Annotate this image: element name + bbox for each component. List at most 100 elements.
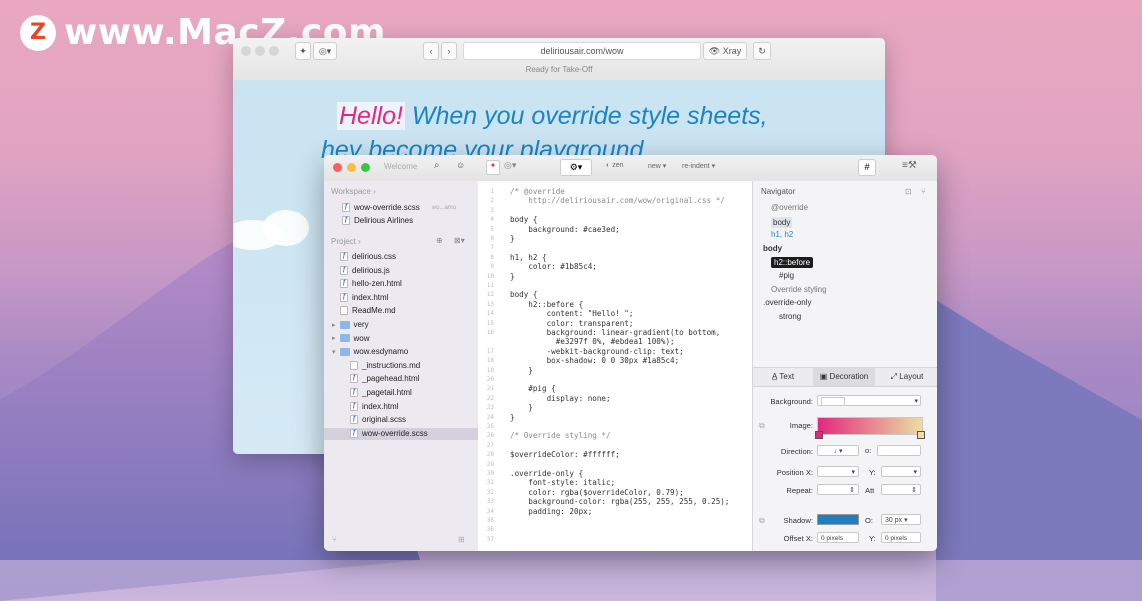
- code-line: box-shadow: 0 0 30px #1a85c4;: [510, 356, 680, 366]
- navigator-item[interactable]: body: [763, 244, 782, 253]
- folder-item[interactable]: ▸ very: [332, 320, 369, 329]
- new-button[interactable]: new ▾: [648, 162, 666, 170]
- file-item[interactable]: ƒ index.html: [350, 401, 398, 411]
- tab-layout[interactable]: ⤢ Layout: [883, 368, 931, 386]
- line-number: 35: [486, 517, 494, 524]
- code-line: background: #cae3ed;: [510, 224, 620, 234]
- compass-icon[interactable]: ✦: [486, 160, 500, 175]
- navigator-item[interactable]: .override-only: [763, 298, 811, 307]
- browser-close-button[interactable]: [241, 46, 251, 56]
- folder-item[interactable]: ▾ wow.esdynamo: [332, 347, 408, 356]
- browser-minimize-button[interactable]: [255, 46, 265, 56]
- document-icon: [340, 306, 348, 316]
- forward-button[interactable]: ›: [441, 42, 457, 60]
- file-item[interactable]: ƒ _pagehead.html: [350, 374, 419, 384]
- offset-x-label: Offset X:: [783, 534, 813, 543]
- zen-button[interactable]: ◐ zen: [606, 162, 623, 169]
- xray-label: Xray: [722, 46, 742, 56]
- disclosure-chevron-icon[interactable]: ▸: [332, 321, 336, 329]
- code-line: /* Override styling */: [510, 431, 611, 441]
- tools-icon[interactable]: ≡⚒: [902, 160, 917, 171]
- file-item[interactable]: ReadMe.md: [340, 306, 396, 316]
- repeat-select[interactable]: ⇕: [817, 484, 859, 495]
- disclosure-chevron-icon[interactable]: ▸: [332, 334, 336, 342]
- watermark-logo: Z: [20, 14, 56, 51]
- editor-zoom-button[interactable]: [361, 163, 370, 172]
- file-item[interactable]: ƒ delirious.css: [340, 252, 396, 261]
- line-number: 26: [486, 432, 494, 440]
- folder-item[interactable]: ▸ wow: [332, 334, 370, 343]
- offset-x-input[interactable]: 0 pixels: [817, 532, 859, 543]
- code-line: #e3297f 0%, #ebdea1 100%);: [510, 337, 675, 347]
- file-item[interactable]: ƒ index.html: [340, 292, 388, 302]
- code-line: }: [510, 271, 515, 281]
- workspace-item[interactable]: ƒ Delirious Airlines: [342, 216, 413, 225]
- file-item[interactable]: _instructions.md: [350, 360, 420, 370]
- editor-minimize-button[interactable]: [347, 163, 356, 172]
- add-file-icon[interactable]: ⊕: [436, 236, 443, 245]
- file-item[interactable]: ƒ delirious.js: [340, 265, 390, 275]
- address-bar[interactable]: deliriousair.com/wow: [463, 42, 701, 60]
- navigator-item[interactable]: #pig: [779, 271, 794, 280]
- gear-menu-button[interactable]: ⚙▾: [560, 159, 592, 176]
- code-line: color: transparent;: [510, 318, 634, 328]
- gradient-stop-start[interactable]: [815, 431, 823, 439]
- tab-text[interactable]: A̲ Text: [763, 368, 803, 386]
- line-number: 27: [486, 441, 494, 449]
- shadow-blur-select[interactable]: 30 px ▾: [881, 514, 921, 525]
- hash-button[interactable]: #: [858, 159, 876, 176]
- code-line: padding: 20px;: [510, 506, 593, 516]
- attachment-select[interactable]: ⇕: [881, 484, 921, 495]
- code-editor[interactable]: 1 /* @override 2 http://deliriousair.com/w…: [478, 181, 752, 551]
- position-y-select[interactable]: ▾: [881, 466, 921, 477]
- navigator-item[interactable]: body: [771, 216, 793, 228]
- person-icon[interactable]: ☺: [456, 160, 465, 170]
- back-button[interactable]: ‹: [423, 42, 439, 60]
- gradient-editor[interactable]: [817, 417, 923, 435]
- navigator-filter-icon[interactable]: ⑂: [921, 187, 926, 196]
- project-sidebar: Workspace › ƒ wow-override.scss wo...amo ƒ D…: [324, 181, 479, 551]
- xray-button[interactable]: 👁︎ Xray: [703, 42, 747, 60]
- position-x-select[interactable]: ▾: [817, 466, 859, 477]
- filter-icon[interactable]: ⊠▾: [454, 236, 465, 245]
- background-color-well[interactable]: ▾: [817, 395, 921, 406]
- reload-button[interactable]: ↻: [753, 42, 771, 60]
- file-item-label: original.scss: [362, 415, 407, 425]
- workspace-item[interactable]: ƒ wow-override.scss wo...amo: [342, 203, 456, 212]
- browser-zoom-button[interactable]: [269, 46, 279, 56]
- code-line: .override-only {: [510, 469, 584, 478]
- settings-icon[interactable]: ◎▾: [313, 42, 337, 60]
- code-line: h1, h2 {: [510, 252, 547, 262]
- tab-decoration[interactable]: ▣ Decoration: [813, 368, 875, 386]
- code-line: color: rgba($overrideColor, 0.79);: [510, 487, 684, 497]
- file-item[interactable]: ƒ hello-zen.html: [340, 279, 402, 289]
- shadow-color-well[interactable]: [817, 514, 859, 525]
- navigator-item[interactable]: h1, h2: [771, 230, 793, 239]
- workspace-item-label: wow-override.scss: [354, 203, 420, 212]
- compass-icon[interactable]: ✦: [295, 42, 311, 60]
- line-number: 23: [486, 404, 494, 412]
- welcome-label[interactable]: Welcome: [384, 162, 417, 171]
- target-icon[interactable]: ◎▾: [504, 160, 516, 171]
- attachment-label: Att: [865, 486, 875, 495]
- editor-close-button[interactable]: [333, 163, 342, 172]
- navigator-item[interactable]: @override: [771, 203, 808, 212]
- file-item[interactable]: ƒ wow-override.scss: [350, 428, 428, 438]
- navigator-item[interactable]: strong: [779, 312, 801, 321]
- direction-select[interactable]: ↓ ▾: [817, 445, 859, 456]
- angle-input[interactable]: [877, 445, 921, 456]
- file-item[interactable]: ƒ original.scss: [350, 415, 407, 425]
- branch-icon[interactable]: ⑂: [332, 535, 337, 544]
- offset-y-input[interactable]: 0 pixels: [881, 532, 921, 543]
- add-icon[interactable]: ⊞: [458, 535, 465, 544]
- code-file-icon: ƒ: [340, 252, 348, 261]
- file-item[interactable]: ƒ _pagetail.html: [350, 388, 412, 397]
- gradient-stop-end[interactable]: [917, 431, 925, 439]
- navigator-item[interactable]: h2::before: [771, 257, 814, 269]
- navigator-add-icon[interactable]: ⊡: [905, 187, 912, 196]
- search-icon[interactable]: ⌕: [434, 160, 440, 171]
- reindent-button[interactable]: re-indent ▾: [682, 162, 715, 170]
- editor-window: Welcome ⌕ ☺ ✦ ◎▾ ⚙▾ ◐ zen new ▾ re-inden…: [324, 155, 937, 551]
- navigator-item[interactable]: Override styling: [771, 285, 827, 294]
- disclosure-chevron-icon[interactable]: ▾: [332, 348, 336, 356]
